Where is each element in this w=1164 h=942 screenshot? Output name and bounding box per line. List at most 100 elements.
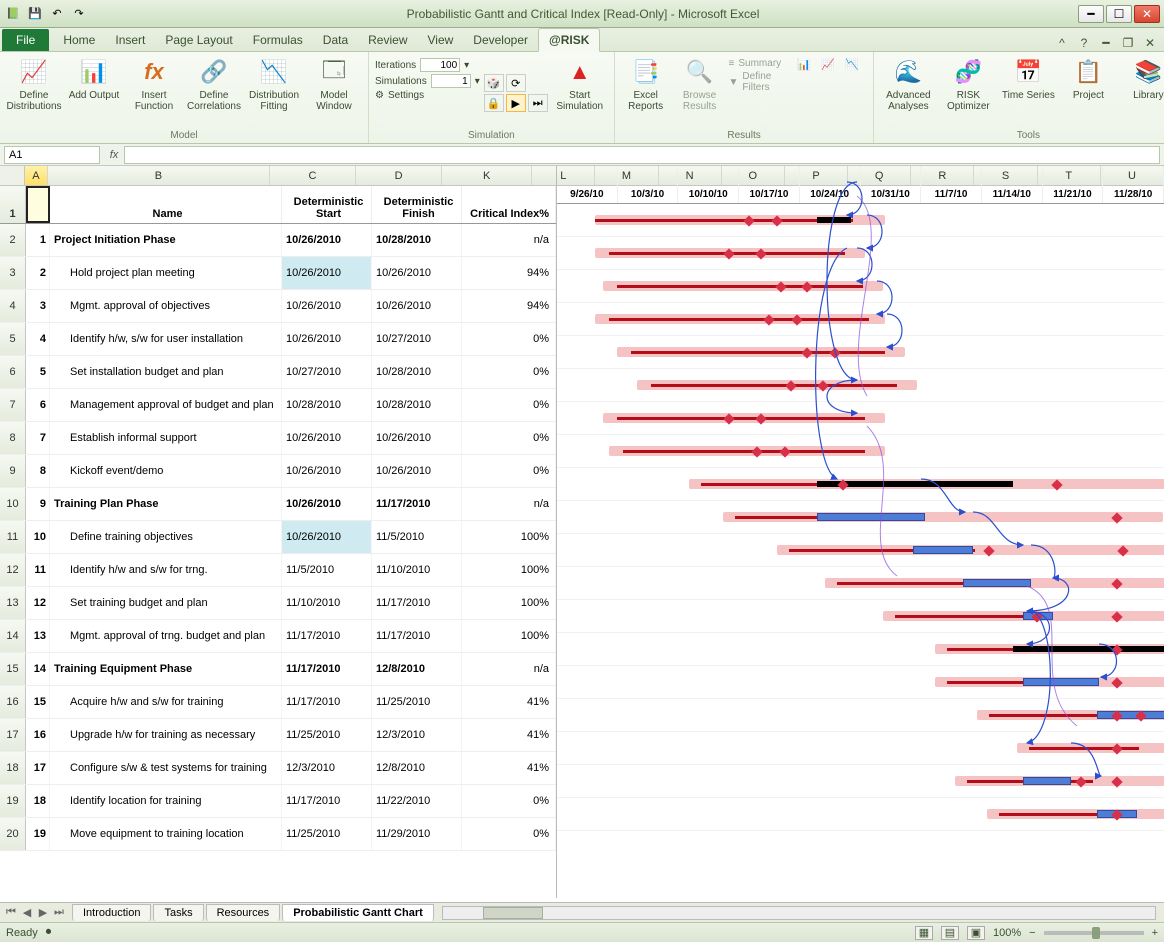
row-header[interactable]: 15 — [0, 653, 26, 685]
cell-finish[interactable]: 10/26/2010 — [372, 422, 462, 454]
lock-icon[interactable]: 🔒 — [484, 94, 504, 112]
cell-name[interactable]: Acquire h/w and s/w for training — [50, 686, 282, 718]
cell-name[interactable]: Define training objectives — [50, 521, 282, 553]
cell-id[interactable]: 15 — [26, 686, 50, 718]
cell-finish[interactable]: 10/28/2010 — [372, 224, 462, 256]
last-sheet-icon[interactable]: ⏭ — [52, 906, 66, 919]
browse-results-button[interactable]: 🔍Browse Results — [675, 54, 725, 112]
cell-name[interactable]: Identify h/w, s/w for user installation — [50, 323, 282, 355]
table-row[interactable]: 1211Identify h/w and s/w for trng.11/5/2… — [0, 554, 556, 587]
cell-start[interactable]: 11/17/2010 — [282, 620, 372, 652]
table-row[interactable]: 1716Upgrade h/w for training as necessar… — [0, 719, 556, 752]
demo-icon[interactable]: ▶ — [506, 94, 526, 112]
first-sheet-icon[interactable]: ⏮ — [4, 906, 18, 919]
tab-review[interactable]: Review — [358, 29, 417, 51]
chevron-down-icon[interactable]: ▾ — [475, 76, 480, 87]
tab-formulas[interactable]: Formulas — [243, 29, 313, 51]
cell-finish[interactable]: 11/29/2010 — [372, 818, 462, 850]
name-box[interactable]: A1 — [4, 146, 100, 164]
cell-critical[interactable]: 0% — [462, 455, 556, 487]
row-header[interactable]: 8 — [0, 422, 26, 454]
table-row[interactable]: 87Establish informal support10/26/201010… — [0, 422, 556, 455]
cell-critical[interactable]: 0% — [462, 389, 556, 421]
row-header[interactable]: 11 — [0, 521, 26, 553]
ribbon-minimize-icon[interactable]: ^ — [1054, 35, 1070, 51]
time-series-button[interactable]: 📅Time Series — [1000, 54, 1056, 112]
cell-finish[interactable]: 10/28/2010 — [372, 356, 462, 388]
cell-name[interactable]: Training Plan Phase — [50, 488, 282, 520]
cell-name[interactable]: Training Equipment Phase — [50, 653, 282, 685]
cell-start[interactable]: 11/17/2010 — [282, 785, 372, 817]
cell-start[interactable]: 11/25/2010 — [282, 818, 372, 850]
cell-start[interactable]: 10/26/2010 — [282, 323, 372, 355]
table-row[interactable]: 1312Set training budget and plan11/10/20… — [0, 587, 556, 620]
prev-sheet-icon[interactable]: ◀ — [20, 906, 34, 919]
cell-start[interactable]: 11/10/2010 — [282, 587, 372, 619]
cell-start[interactable]: 11/25/2010 — [282, 719, 372, 751]
cell-id[interactable]: 5 — [26, 356, 50, 388]
window-min-icon[interactable]: ━ — [1098, 35, 1114, 51]
tab-risk[interactable]: @RISK — [538, 28, 600, 52]
cell-name[interactable]: Set installation budget and plan — [50, 356, 282, 388]
cell-name[interactable]: Mgmt. approval of trng. budget and plan — [50, 620, 282, 652]
cell-finish[interactable]: 12/8/2010 — [372, 752, 462, 784]
cell-critical[interactable]: n/a — [462, 653, 556, 685]
cell-name[interactable]: Kickoff event/demo — [50, 455, 282, 487]
cell-critical[interactable]: 0% — [462, 422, 556, 454]
cell-id[interactable]: 14 — [26, 653, 50, 685]
horizontal-scrollbar[interactable] — [442, 906, 1156, 920]
tab-home[interactable]: Home — [53, 29, 105, 51]
cell-id[interactable]: 1 — [26, 224, 50, 256]
table-row[interactable]: 21Project Initiation Phase10/26/201010/2… — [0, 224, 556, 257]
insert-function-button[interactable]: fxInsert Function — [126, 54, 182, 112]
cell-id[interactable]: 7 — [26, 422, 50, 454]
cell-name[interactable]: Mgmt. approval of objectives — [50, 290, 282, 322]
cell-id[interactable]: 12 — [26, 587, 50, 619]
cell-name[interactable]: Hold project plan meeting — [50, 257, 282, 289]
cell-finish[interactable]: 11/10/2010 — [372, 554, 462, 586]
model-window-button[interactable]: 🗔Model Window — [306, 54, 362, 112]
row-header[interactable]: 19 — [0, 785, 26, 817]
distribution-fitting-button[interactable]: 📉Distribution Fitting — [246, 54, 302, 112]
cell-finish[interactable]: 11/17/2010 — [372, 620, 462, 652]
cell-id[interactable]: 10 — [26, 521, 50, 553]
step-icon[interactable]: ⏭ — [528, 94, 548, 112]
cell-finish[interactable]: 11/5/2010 — [372, 521, 462, 553]
tab-developer[interactable]: Developer — [463, 29, 538, 51]
settings-button[interactable]: Settings — [388, 90, 424, 101]
col-header-B[interactable]: B — [48, 166, 270, 185]
library-button[interactable]: 📚Library — [1120, 54, 1164, 112]
col-header-D[interactable]: D — [356, 166, 442, 185]
zoom-slider[interactable] — [1044, 931, 1144, 935]
zoom-out-icon[interactable]: − — [1029, 927, 1035, 939]
cell-critical[interactable]: 100% — [462, 521, 556, 553]
fx-icon[interactable]: fx — [104, 149, 124, 161]
cell-finish[interactable]: 10/26/2010 — [372, 455, 462, 487]
cell-critical[interactable]: 41% — [462, 686, 556, 718]
cell-critical[interactable]: 100% — [462, 620, 556, 652]
cell-name[interactable]: Establish informal support — [50, 422, 282, 454]
cell-start[interactable]: 11/5/2010 — [282, 554, 372, 586]
cell-start[interactable]: 10/26/2010 — [282, 224, 372, 256]
table-row[interactable]: 54Identify h/w, s/w for user installatio… — [0, 323, 556, 356]
random-icon[interactable]: 🎲 — [484, 74, 504, 92]
redo-icon[interactable]: ↷ — [70, 5, 88, 23]
table-row[interactable]: 32Hold project plan meeting10/26/201010/… — [0, 257, 556, 290]
cell-name[interactable]: Management approval of budget and plan — [50, 389, 282, 421]
project-button[interactable]: 📋Project — [1060, 54, 1116, 112]
row-header[interactable]: 18 — [0, 752, 26, 784]
cell-critical[interactable]: 0% — [462, 356, 556, 388]
simulations-input[interactable] — [431, 74, 471, 88]
row-header[interactable]: 5 — [0, 323, 26, 355]
row-header[interactable]: 10 — [0, 488, 26, 520]
row-header[interactable]: 2 — [0, 224, 26, 256]
cell-id[interactable]: 2 — [26, 257, 50, 289]
cell-finish[interactable]: 11/22/2010 — [372, 785, 462, 817]
chevron-down-icon[interactable]: ▾ — [464, 60, 469, 71]
macro-record-icon[interactable]: ⏺ — [46, 926, 52, 939]
close-button[interactable]: ✕ — [1134, 5, 1160, 23]
table-row[interactable]: 98Kickoff event/demo10/26/201010/26/2010… — [0, 455, 556, 488]
cell-start[interactable]: 10/26/2010 — [282, 290, 372, 322]
cell-id[interactable]: 4 — [26, 323, 50, 355]
add-output-button[interactable]: 📊Add Output — [66, 54, 122, 112]
